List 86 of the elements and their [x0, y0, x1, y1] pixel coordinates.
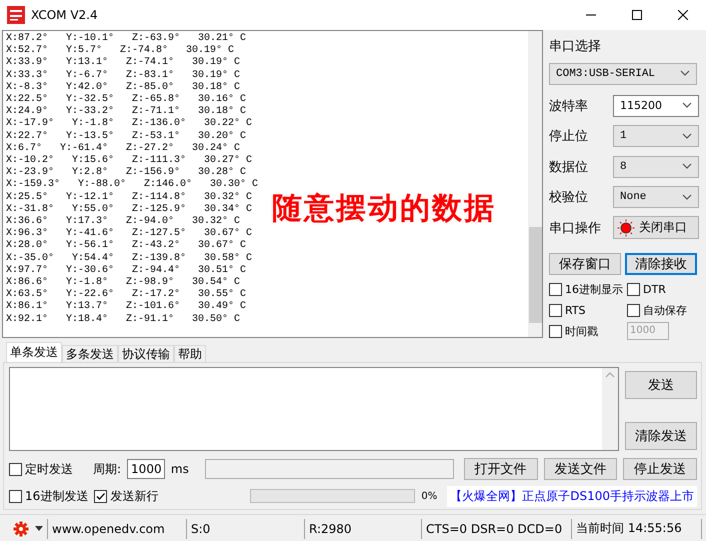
received-line: X:97.7° Y:-30.6° Z:-94.4° 30.51° C: [6, 264, 248, 277]
received-line: X:86.1° Y:13.7° Z:-101.6° 30.49° C: [6, 301, 248, 314]
received-line: X:-35.0° Y:54.4° Z:-139.8° 30.58° C: [6, 252, 254, 265]
chevron-icon: [682, 194, 692, 201]
clear-send-button[interactable]: 清除发送: [625, 422, 697, 450]
received-line: X:36.6° Y:17.3° Z:-94.0° 30.32° C: [6, 216, 242, 228]
caret-icon[interactable]: [35, 526, 43, 531]
checkbox[interactable]: [627, 282, 640, 296]
received-line: X:-31.8° Y:55.0° Z:-125.9° 30.34° C: [6, 204, 254, 216]
send-button[interactable]: 发送: [625, 371, 697, 399]
checkbox-label: 16进制显示: [565, 282, 623, 296]
chevron-icon: [682, 163, 692, 170]
setting-label: 校验位: [549, 189, 588, 206]
scrollbar-thumb[interactable]: [529, 227, 542, 323]
checkbox-label: 时间戳: [565, 324, 598, 338]
received-line: X:52.7° Y:5.7° Z:-74.8° 30.19° C: [6, 45, 236, 57]
received-line: X:24.9° Y:-33.2° Z:-71.1° 30.18° C: [6, 106, 248, 118]
checkbox-label: 发送新行: [110, 488, 158, 504]
maximize-icon: [632, 10, 642, 20]
tab[interactable]: 协议传输: [118, 345, 174, 362]
received-line: X:-17.9° Y:-1.8° Z:-136.0° 30.22° C: [6, 118, 254, 131]
website-link[interactable]: www.openedv.com: [52, 522, 165, 536]
checkbox-label: 定时发送: [25, 460, 73, 478]
received-line: X:-8.3° Y:42.0° Z:-85.0° 30.18° C: [6, 82, 242, 94]
progress-percent: 0%: [421, 490, 438, 502]
checkbox[interactable]: [549, 304, 562, 316]
tab[interactable]: 帮助: [174, 345, 206, 362]
setting-label: 波特率: [549, 98, 588, 115]
send-text-field[interactable]: [9, 367, 619, 451]
ad-link[interactable]: 【火爆全网】正点原子DS100手持示波器上市: [447, 486, 697, 506]
clear-receive-button[interactable]: 清除接收: [625, 253, 697, 275]
chevron-icon: [682, 132, 692, 140]
scrollbar[interactable]: [528, 30, 543, 338]
received-line: X:6.7° Y:-61.4° Z:-27.2° 30.24° C: [6, 142, 242, 155]
chevron-icon: [682, 102, 692, 110]
dropdown[interactable]: 115200: [613, 94, 699, 117]
setting-label: 数据位: [549, 158, 588, 176]
checkbox[interactable]: [549, 282, 562, 296]
checkbox-label: 16进制发送: [25, 488, 88, 504]
checkbox-label: RTS: [565, 304, 586, 316]
received-line: X:86.6° Y:-1.8° Z:-98.9° 30.54° C: [6, 277, 242, 289]
sent-count: S:0: [191, 522, 210, 536]
checkbox[interactable]: [627, 304, 640, 316]
received-line: X:-159.3° Y:-88.0° Z:146.0° 30.30° C: [6, 179, 260, 192]
tab[interactable]: 多条发送: [62, 345, 118, 362]
received-line: X:63.5° Y:-22.6° Z:-17.2° 30.55° C: [6, 289, 248, 301]
setting-label: 停止位: [549, 128, 588, 146]
received-line: X:33.9° Y:13.1° Z:-74.1° 30.19° C: [6, 57, 242, 70]
received-line: X:25.5° Y:-12.1° Z:-114.8° 30.32° C: [6, 192, 254, 204]
save-window-button[interactable]: 保存窗口: [549, 253, 621, 275]
checkbox[interactable]: [9, 490, 22, 502]
checkbox-label: DTR: [643, 282, 666, 296]
send-file-button[interactable]: 发送文件: [544, 458, 618, 480]
line-signals: CTS=0 DSR=0 DCD=0: [426, 522, 562, 536]
tab[interactable]: 单条发送: [6, 342, 62, 362]
stop-send-button[interactable]: 停止发送: [623, 458, 697, 480]
close-port-button[interactable]: 关闭串口: [613, 216, 699, 240]
received-line: X:22.7° Y:-13.5° Z:-53.1° 30.20° C: [6, 130, 248, 143]
received-line: X:96.3° Y:-41.6° Z:-127.5° 30.67° C: [6, 228, 254, 240]
chevron-icon: [680, 70, 690, 78]
received-count: R:2980: [309, 522, 352, 536]
received-line: X:-23.9° Y:2.8° Z:-156.9° 30.28° C: [6, 167, 248, 179]
checkbox-label: 自动保存: [643, 302, 687, 318]
period-label: 周期:: [93, 460, 122, 478]
checkbox[interactable]: [94, 490, 108, 502]
received-line: X:28.0° Y:-56.1° Z:-43.2° 30.67° C: [6, 240, 248, 253]
current-time: 当前时间 14:55:56: [576, 520, 682, 537]
setting-label: 串口操作: [549, 220, 601, 237]
window-title: XCOM V2.4: [31, 8, 99, 22]
period-field[interactable]: 1000: [127, 459, 165, 479]
checkmark-icon: [95, 490, 106, 502]
annotation-text: 随意摆动的数据: [272, 190, 496, 228]
received-line: X:87.2° Y:-10.1° Z:-63.9° 30.21° C: [6, 33, 248, 45]
file-path-field[interactable]: [204, 459, 454, 479]
open-file-button[interactable]: 打开文件: [464, 458, 538, 480]
settings-icon[interactable]: [13, 520, 29, 536]
received-line: X:-10.2° Y:15.6° Z:-111.3° 30.27° C: [6, 155, 254, 167]
close-icon: [678, 10, 688, 20]
app-icon: [7, 6, 25, 24]
port-label: 串口选择: [549, 38, 602, 56]
received-line: X:92.1° Y:18.4° Z:-91.1° 30.50° C: [6, 314, 242, 326]
checkbox[interactable]: [549, 324, 562, 338]
received-line: X:33.3° Y:-6.7° Z:-83.1° 30.19° C: [6, 70, 242, 82]
checkbox[interactable]: [9, 462, 22, 476]
received-line: X:22.5° Y:-32.5° Z:-65.8° 30.16° C: [6, 94, 248, 106]
unit-label: ms: [170, 462, 189, 476]
